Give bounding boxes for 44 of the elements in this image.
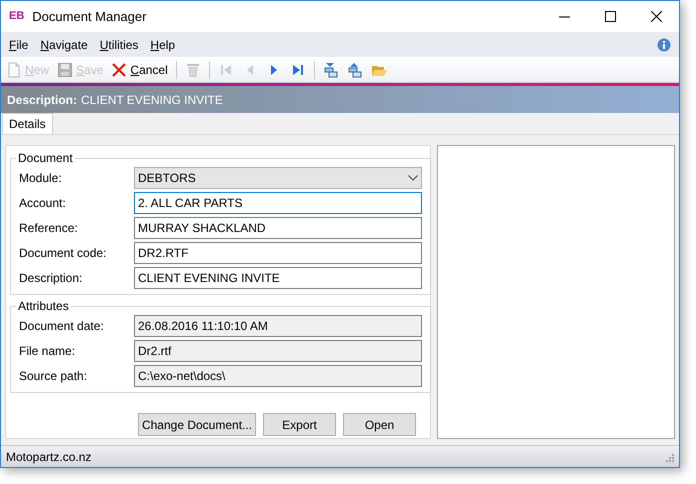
chevron-down-icon (408, 175, 418, 181)
close-icon (650, 11, 662, 22)
tab[interactable]: Details (2, 113, 53, 134)
input-field[interactable]: DR2.RTF (134, 242, 422, 264)
field-label: Document date: (19, 318, 105, 335)
field-label: Source path: (19, 368, 88, 385)
minimize-icon (558, 16, 570, 18)
field-label: File name: (19, 343, 76, 360)
field-label: Account: (19, 195, 67, 212)
input-field: C:\exo-net\docs\ (134, 365, 422, 387)
floppy-icon (57, 62, 74, 78)
action-button[interactable]: Open (343, 413, 416, 436)
field-label: Document code: (19, 245, 108, 262)
trash-icon (184, 62, 201, 78)
status-text: Motopartz.co.nz (6, 448, 92, 466)
module-dropdown[interactable]: DEBTORS (134, 167, 422, 189)
description-label: Description: (7, 92, 78, 108)
description-value: CLIENT EVENING INVITE (81, 92, 223, 108)
cancel-button[interactable]: Cancel (108, 58, 171, 80)
input-field[interactable]: CLIENT EVENING INVITE (134, 267, 422, 289)
info-icon[interactable] (657, 38, 671, 52)
input-field[interactable]: MURRAY SHACKLAND (134, 217, 422, 239)
cross-icon (111, 62, 128, 78)
field-label: Module: (19, 170, 63, 187)
maximize-icon (604, 11, 616, 22)
field-label: Description: (19, 270, 84, 287)
group-title: Attributes (17, 298, 70, 315)
window-title: Document Manager (32, 8, 146, 26)
move-down-icon (322, 62, 339, 78)
field-label: Reference: (19, 220, 79, 237)
move-up-icon (346, 62, 363, 78)
document-icon (6, 62, 22, 78)
input-field: 26.08.2016 11:10:10 AM (134, 315, 422, 337)
menu-item[interactable]: Utilities (94, 34, 144, 56)
input-field[interactable]: 2. ALL CAR PARTS (134, 192, 422, 214)
resize-grip-icon[interactable] (664, 452, 674, 462)
action-button[interactable]: Change Document... (138, 413, 256, 436)
app-logo: EB (9, 9, 24, 24)
menu-item[interactable]: Navigate (34, 34, 94, 56)
group-title: Document (17, 150, 74, 167)
menu-item[interactable]: Help (144, 34, 182, 56)
menu-item[interactable]: File (3, 34, 34, 56)
action-button[interactable]: Export (263, 413, 336, 436)
input-field: Dr2.rtf (134, 340, 422, 362)
